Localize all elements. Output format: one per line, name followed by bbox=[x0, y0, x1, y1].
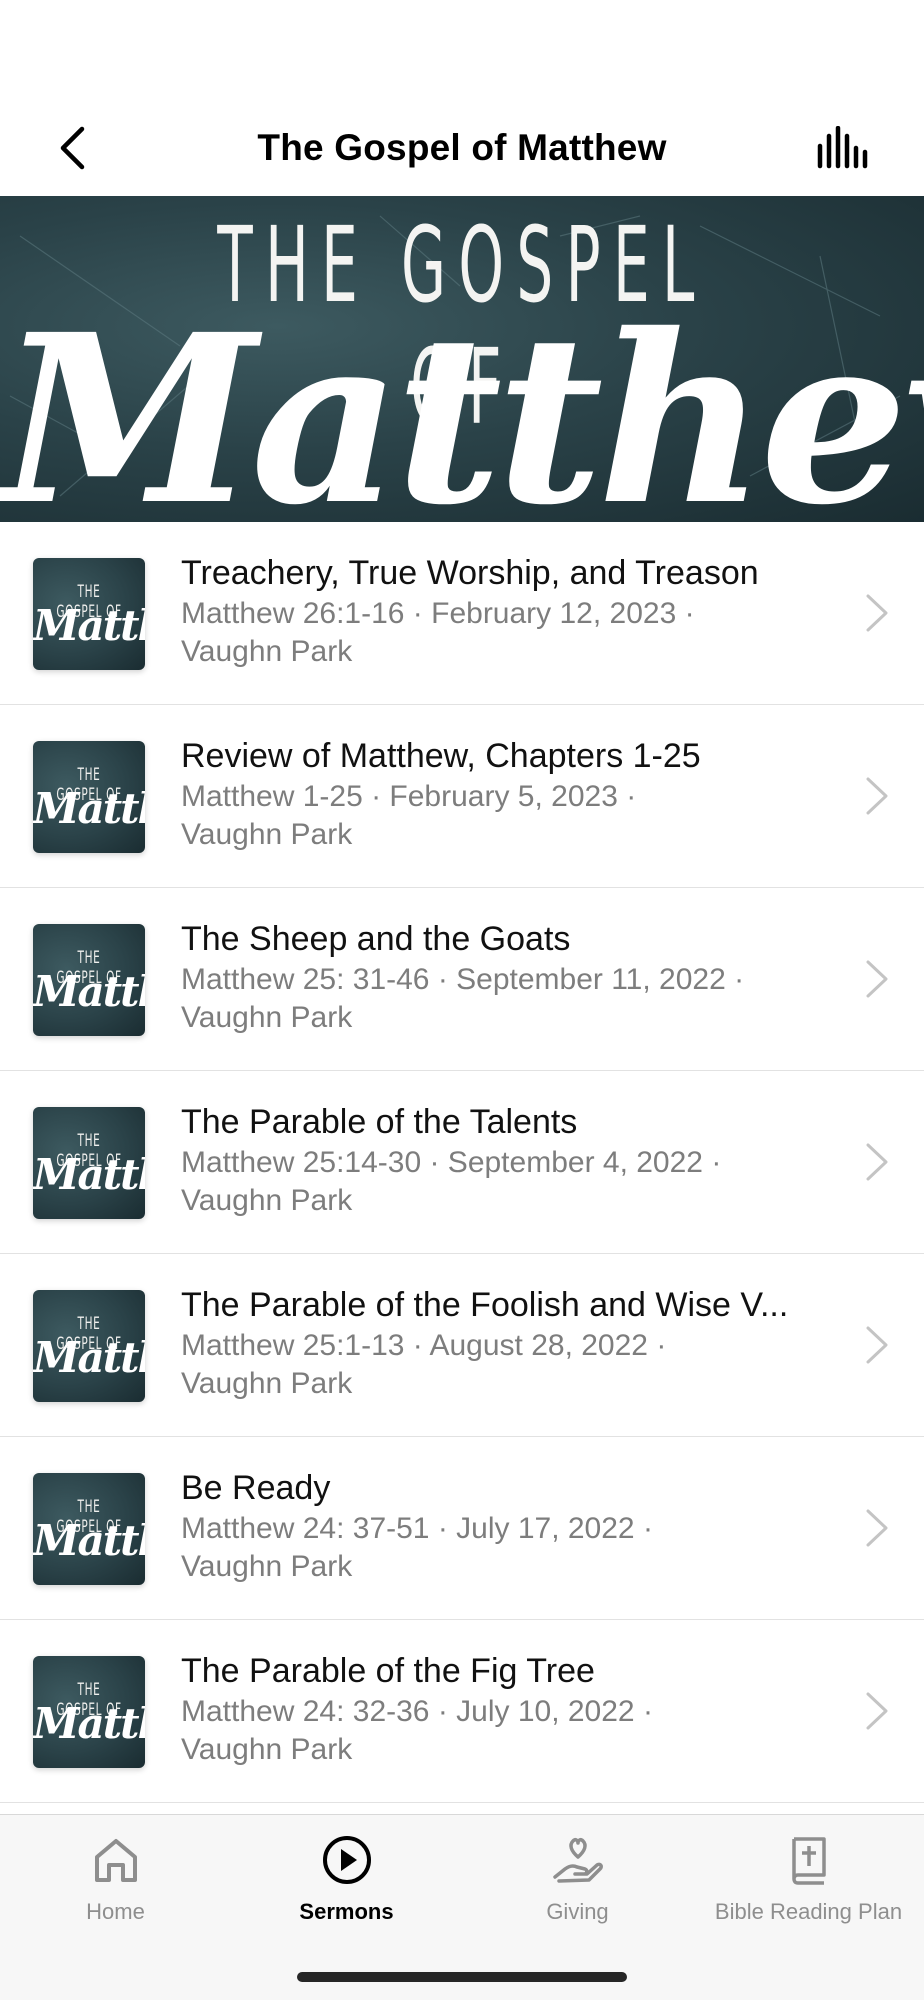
thumbnail-line2: Matthew bbox=[33, 1699, 145, 1748]
sermon-meta: Matthew 26:1-16 · February 12, 2023 · bbox=[181, 597, 695, 630]
tab-bible-reading-plan[interactable]: Bible Reading Plan bbox=[693, 1833, 924, 1925]
tab-label: Bible Reading Plan bbox=[714, 1899, 903, 1924]
sermon-meta: Matthew 25:1-13 · August 28, 2022 · bbox=[181, 1329, 667, 1362]
thumbnail-line2: Matthew bbox=[33, 1333, 145, 1382]
sermon-speaker: Vaughn Park bbox=[181, 1184, 353, 1217]
sermon-thumbnail: THE GOSPEL OF Matthew bbox=[33, 1473, 145, 1585]
sermon-thumbnail: THE GOSPEL OF Matthew bbox=[33, 1107, 145, 1219]
chevron-right-icon bbox=[866, 1326, 888, 1364]
chevron-right-icon bbox=[866, 1509, 888, 1547]
sermon-thumbnail: THE GOSPEL OF Matthew bbox=[33, 741, 145, 853]
sermon-thumbnail: THE GOSPEL OF Matthew bbox=[33, 558, 145, 670]
home-icon bbox=[94, 1839, 137, 1882]
audio-levels-icon bbox=[817, 125, 868, 169]
series-banner: THE GOSPEL OF Matthew bbox=[0, 196, 924, 522]
sermon-title: Be Ready bbox=[181, 1469, 331, 1507]
back-button[interactable] bbox=[46, 122, 98, 174]
sermon-meta: Matthew 24: 32-36 · July 10, 2022 · bbox=[181, 1695, 653, 1728]
thumbnail-line2: Matthew bbox=[33, 601, 145, 650]
sermon-title: Treachery, True Worship, and Treason bbox=[181, 554, 759, 592]
chevron-right-icon bbox=[866, 777, 888, 815]
thumbnail-line2: Matthew bbox=[33, 1150, 145, 1199]
audio-button[interactable] bbox=[816, 125, 868, 170]
sermon-meta: Matthew 25:14-30 · September 4, 2022 · bbox=[181, 1146, 722, 1179]
sermon-speaker: Vaughn Park bbox=[181, 1550, 353, 1583]
sermon-speaker: Vaughn Park bbox=[181, 1001, 353, 1034]
sermon-speaker: Vaughn Park bbox=[181, 1367, 353, 1400]
thumbnail-line2: Matthew bbox=[33, 967, 145, 1016]
chevron-right-icon bbox=[866, 1692, 888, 1730]
tab-giving[interactable]: Giving bbox=[462, 1833, 693, 1925]
chevron-right-icon bbox=[866, 594, 888, 632]
sermon-row[interactable]: THE GOSPEL OF Matthew Be Ready Matthew 2… bbox=[0, 1437, 924, 1620]
status-bar bbox=[0, 0, 924, 100]
tab-label: Sermons bbox=[299, 1899, 394, 1924]
thumbnail-line2: Matthew bbox=[33, 1516, 145, 1565]
nav-bar: The Gospel of Matthew bbox=[0, 100, 924, 196]
chevron-right-icon bbox=[866, 1143, 888, 1181]
tab-label: Giving bbox=[546, 1899, 609, 1924]
chevron-left-icon bbox=[60, 126, 85, 170]
sermon-speaker: Vaughn Park bbox=[181, 1733, 353, 1766]
sermon-thumbnail: THE GOSPEL OF Matthew bbox=[33, 924, 145, 1036]
thumbnail-line2: Matthew bbox=[33, 784, 145, 833]
sermon-row[interactable]: THE GOSPEL OF Matthew The Sheep and the … bbox=[0, 888, 924, 1071]
sermon-title: Review of Matthew, Chapters 1-25 bbox=[181, 737, 701, 775]
home-indicator[interactable] bbox=[297, 1972, 627, 1982]
sermon-title: The Parable of the Talents bbox=[181, 1103, 578, 1141]
sermon-meta: Matthew 25: 31-46 · September 11, 2022 · bbox=[181, 963, 745, 996]
sermon-speaker: Vaughn Park bbox=[181, 635, 353, 668]
sermon-list: THE GOSPEL OF Matthew Treachery, True Wo… bbox=[0, 522, 924, 1803]
heart-hand-icon bbox=[552, 1838, 603, 1883]
tab-sermons[interactable]: Sermons bbox=[231, 1833, 462, 1925]
sermon-row[interactable]: THE GOSPEL OF Matthew The Parable of the… bbox=[0, 1620, 924, 1803]
tab-home[interactable]: Home bbox=[0, 1833, 231, 1925]
bible-cross-icon bbox=[791, 1837, 826, 1885]
chevron-right-icon bbox=[866, 960, 888, 998]
sermon-title: The Sheep and the Goats bbox=[181, 920, 571, 958]
play-circle-icon bbox=[322, 1836, 371, 1884]
banner-title-line2: Matthew bbox=[0, 283, 924, 523]
sermon-title: The Parable of the Fig Tree bbox=[181, 1652, 595, 1690]
page-title: The Gospel of Matthew bbox=[257, 127, 667, 168]
sermon-row[interactable]: THE GOSPEL OF Matthew The Parable of the… bbox=[0, 1071, 924, 1254]
sermon-row[interactable]: THE GOSPEL OF Matthew Review of Matthew,… bbox=[0, 705, 924, 888]
sermon-meta: Matthew 24: 37-51 · July 17, 2022 · bbox=[181, 1512, 653, 1545]
sermon-meta: Matthew 1-25 · February 5, 2023 · bbox=[181, 780, 637, 813]
tab-label: Home bbox=[86, 1899, 145, 1924]
sermon-speaker: Vaughn Park bbox=[181, 818, 353, 851]
sermon-thumbnail: THE GOSPEL OF Matthew bbox=[33, 1290, 145, 1402]
sermon-row[interactable]: THE GOSPEL OF Matthew The Parable of the… bbox=[0, 1254, 924, 1437]
sermon-title: The Parable of the Foolish and Wise V... bbox=[181, 1286, 789, 1324]
sermon-row[interactable]: THE GOSPEL OF Matthew Treachery, True Wo… bbox=[0, 522, 924, 705]
sermon-thumbnail: THE GOSPEL OF Matthew bbox=[33, 1656, 145, 1768]
